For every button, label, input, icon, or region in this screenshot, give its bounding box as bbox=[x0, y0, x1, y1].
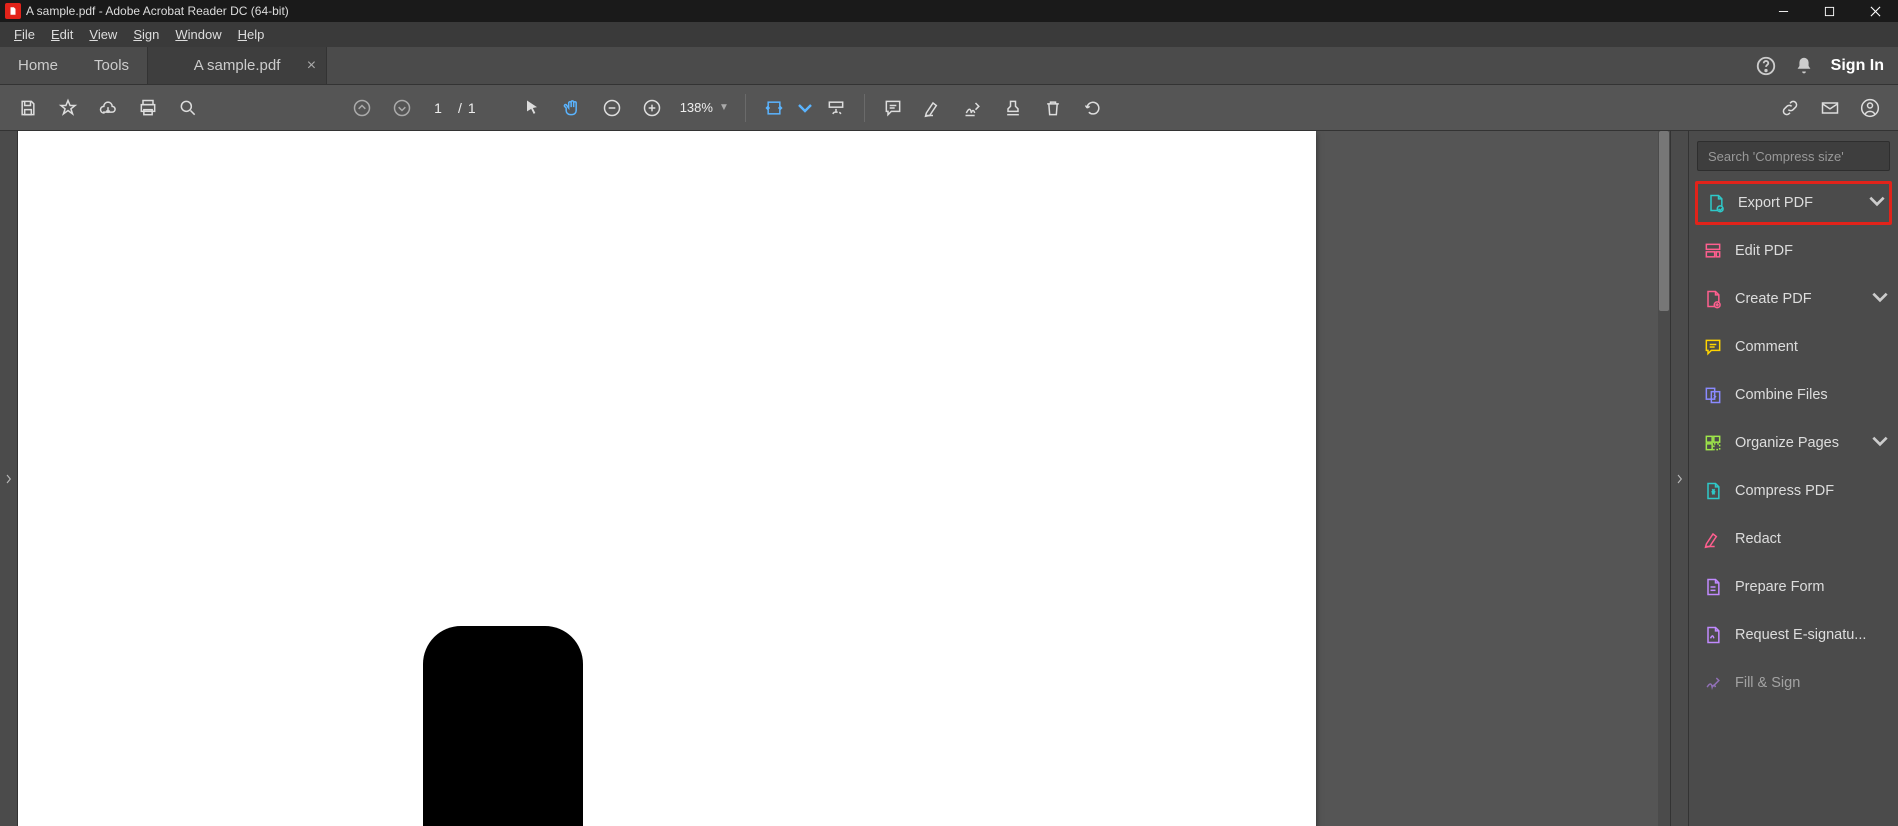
maximize-button[interactable] bbox=[1806, 0, 1852, 22]
tabbar: Home Tools A sample.pdf × Sign In bbox=[0, 47, 1898, 85]
find-button[interactable] bbox=[170, 90, 206, 126]
tab-document[interactable]: A sample.pdf × bbox=[147, 47, 327, 84]
menu-window[interactable]: Window bbox=[167, 24, 229, 45]
tool-comment[interactable]: Comment bbox=[1695, 325, 1892, 369]
chevron-down-icon bbox=[1870, 431, 1884, 455]
tools-search-input[interactable] bbox=[1697, 141, 1890, 171]
tool-organize-pages[interactable]: Organize Pages bbox=[1695, 421, 1892, 465]
delete-button[interactable] bbox=[1035, 90, 1071, 126]
tool-label: Request E-signatu... bbox=[1735, 627, 1884, 643]
tool-compress-pdf[interactable]: Compress PDF bbox=[1695, 469, 1892, 513]
share-link-button[interactable] bbox=[1772, 90, 1808, 126]
page-indicator: / 1 bbox=[424, 97, 476, 119]
vertical-scrollbar[interactable] bbox=[1658, 131, 1670, 826]
fit-dropdown[interactable] bbox=[796, 90, 814, 126]
tool-create-pdf[interactable]: Create PDF bbox=[1695, 277, 1892, 321]
email-button[interactable] bbox=[1812, 90, 1848, 126]
chevron-down-icon bbox=[1870, 287, 1884, 311]
menubar: File Edit View Sign Window Help bbox=[0, 22, 1898, 47]
tool-fill-sign[interactable]: Fill & Sign bbox=[1695, 661, 1892, 705]
tool-prepare-form[interactable]: Prepare Form bbox=[1695, 565, 1892, 609]
tool-request-esign[interactable]: Request E-signatu... bbox=[1695, 613, 1892, 657]
close-window-button[interactable] bbox=[1852, 0, 1898, 22]
rotate-button[interactable] bbox=[1075, 90, 1111, 126]
tool-label: Edit PDF bbox=[1735, 243, 1884, 259]
tool-label: Fill & Sign bbox=[1735, 675, 1884, 691]
chevron-down-icon: ▼ bbox=[719, 102, 729, 113]
tool-label: Export PDF bbox=[1738, 195, 1855, 211]
page-up-button[interactable] bbox=[344, 90, 380, 126]
page-down-button[interactable] bbox=[384, 90, 420, 126]
sign-in-button[interactable]: Sign In bbox=[1831, 57, 1884, 75]
tab-document-label: A sample.pdf bbox=[194, 57, 281, 74]
account-button[interactable] bbox=[1852, 90, 1888, 126]
save-button[interactable] bbox=[10, 90, 46, 126]
tool-label: Compress PDF bbox=[1735, 483, 1884, 499]
read-mode-button[interactable] bbox=[818, 90, 854, 126]
tab-tools[interactable]: Tools bbox=[76, 47, 147, 84]
tool-label: Prepare Form bbox=[1735, 579, 1884, 595]
sticky-note-button[interactable] bbox=[875, 90, 911, 126]
page-current-input[interactable] bbox=[424, 97, 452, 119]
print-button[interactable] bbox=[130, 90, 166, 126]
window-title: A sample.pdf - Adobe Acrobat Reader DC (… bbox=[26, 4, 289, 18]
tool-label: Redact bbox=[1735, 531, 1884, 547]
zoom-value: 138% bbox=[680, 100, 713, 115]
navpane-toggle[interactable] bbox=[0, 131, 18, 826]
acrobat-app-icon bbox=[5, 3, 21, 19]
tools-pane: Export PDF Edit PDF Create PDF Comment C… bbox=[1688, 131, 1898, 826]
zoom-level[interactable]: 138% ▼ bbox=[674, 100, 735, 115]
tool-label: Organize Pages bbox=[1735, 435, 1858, 451]
tool-label: Create PDF bbox=[1735, 291, 1858, 307]
highlight-button[interactable] bbox=[915, 90, 951, 126]
tool-combine-files[interactable]: Combine Files bbox=[1695, 373, 1892, 417]
tool-redact[interactable]: Redact bbox=[1695, 517, 1892, 561]
toolbar: / 1 138% ▼ bbox=[0, 85, 1898, 131]
hand-tool[interactable] bbox=[554, 90, 590, 126]
stamp-button[interactable] bbox=[995, 90, 1031, 126]
page-sep: / bbox=[458, 100, 462, 116]
titlebar: A sample.pdf - Adobe Acrobat Reader DC (… bbox=[0, 0, 1898, 22]
page-canvas bbox=[18, 131, 1316, 826]
document-viewport[interactable] bbox=[18, 131, 1658, 826]
cloud-button[interactable] bbox=[90, 90, 126, 126]
zoom-in-button[interactable] bbox=[634, 90, 670, 126]
tool-export-pdf[interactable]: Export PDF bbox=[1695, 181, 1892, 225]
sign-self-button[interactable] bbox=[955, 90, 991, 126]
scrollbar-thumb[interactable] bbox=[1659, 131, 1669, 311]
menu-edit[interactable]: Edit bbox=[43, 24, 81, 45]
tool-edit-pdf[interactable]: Edit PDF bbox=[1695, 229, 1892, 273]
tab-document-close[interactable]: × bbox=[307, 57, 316, 75]
minimize-button[interactable] bbox=[1760, 0, 1806, 22]
menu-file[interactable]: File bbox=[6, 24, 43, 45]
tool-label: Comment bbox=[1735, 339, 1884, 355]
menu-help[interactable]: Help bbox=[230, 24, 273, 45]
notifications-icon[interactable] bbox=[1793, 55, 1815, 77]
page-total: 1 bbox=[468, 100, 476, 116]
menu-view[interactable]: View bbox=[81, 24, 125, 45]
help-icon[interactable] bbox=[1755, 55, 1777, 77]
fit-width-button[interactable] bbox=[756, 90, 792, 126]
toolspane-toggle[interactable] bbox=[1670, 131, 1688, 826]
selection-tool[interactable] bbox=[514, 90, 550, 126]
tab-home[interactable]: Home bbox=[0, 47, 76, 84]
tool-label: Combine Files bbox=[1735, 387, 1884, 403]
menu-sign[interactable]: Sign bbox=[125, 24, 167, 45]
star-button[interactable] bbox=[50, 90, 86, 126]
chevron-down-icon bbox=[1867, 191, 1881, 215]
zoom-out-button[interactable] bbox=[594, 90, 630, 126]
page-content-shape bbox=[423, 626, 583, 826]
